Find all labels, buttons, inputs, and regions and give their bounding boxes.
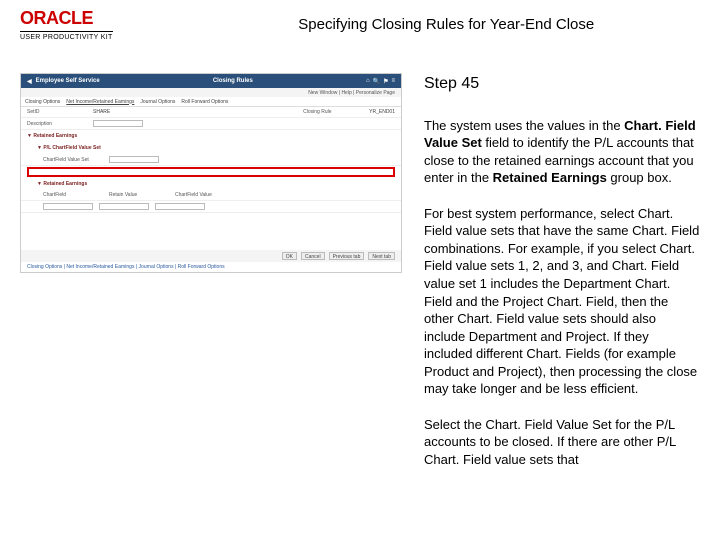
app-screenshot: ◀ Employee Self Service Closing Rules ⌂ … xyxy=(20,73,402,273)
app-title: Closing Rules xyxy=(100,78,366,84)
footer-buttons: OK Cancel Previous tab Next tab xyxy=(21,250,401,262)
cfvs-field[interactable] xyxy=(109,156,159,163)
paragraph-1: The system uses the values in the Chart.… xyxy=(424,117,700,187)
chartfield-value-label: ChartField Value xyxy=(175,192,235,198)
chartfield-field[interactable] xyxy=(43,203,93,210)
row-retain-data xyxy=(21,201,401,213)
p1-text-a: The system uses the values in the xyxy=(424,118,624,133)
prev-tab-button[interactable]: Previous tab xyxy=(329,252,365,260)
oracle-logo: ORACLE xyxy=(20,8,93,29)
cancel-button[interactable]: Cancel xyxy=(301,252,325,260)
row-cfvs: ChartField Value Set xyxy=(21,154,401,166)
retained-earnings-section[interactable]: ▼ Retained Earnings xyxy=(21,178,401,190)
main: ◀ Employee Self Service Closing Rules ⌂ … xyxy=(0,47,720,486)
breadcrumb-back[interactable]: Employee Self Service xyxy=(36,78,100,84)
flag-icon[interactable]: ⚑ xyxy=(383,78,388,85)
tab-roll-forward[interactable]: Roll Forward Options xyxy=(181,99,228,105)
tab-journal-options[interactable]: Journal Options xyxy=(140,99,175,105)
description-field[interactable] xyxy=(93,120,143,127)
search-icon[interactable]: 🔍 xyxy=(373,78,380,85)
paragraph-3: Select the Chart. Field Value Set for th… xyxy=(424,416,700,469)
setid-value: SHARE xyxy=(93,109,110,115)
header: ORACLE USER PRODUCTIVITY KIT Specifying … xyxy=(0,0,720,47)
row-retain: ChartField Retain Value ChartField Value xyxy=(21,190,401,201)
tab-net-income[interactable]: Net Income/Retained Earnings xyxy=(66,99,134,105)
instruction-column: Step 45 The system uses the values in th… xyxy=(424,73,700,486)
highlighted-field[interactable] xyxy=(27,167,395,177)
chartfield-value-field[interactable] xyxy=(155,203,205,210)
pl-chartfield-header[interactable]: ▼ P/L ChartField Value Set xyxy=(21,142,401,154)
tab-strip: Closing Options Net Income/Retained Earn… xyxy=(21,97,401,107)
chartfield-label: ChartField xyxy=(43,192,103,198)
tab-closing-options[interactable]: Closing Options xyxy=(25,99,60,105)
bottom-tab-links[interactable]: Closing Options | Net Income/Retained Ea… xyxy=(21,262,401,272)
closing-rule-value: YR_END01 xyxy=(369,109,395,115)
back-icon[interactable]: ◀ xyxy=(27,78,32,85)
home-icon[interactable]: ⌂ xyxy=(366,78,370,85)
window-links: New Window | Help | Personalize Page xyxy=(21,88,401,97)
ok-button[interactable]: OK xyxy=(282,252,297,260)
cfvs-label: ChartField Value Set xyxy=(43,157,103,163)
retain-value-label: Retain Value xyxy=(109,192,169,198)
closing-rule-label: Closing Rule xyxy=(303,109,363,115)
app-topbar: ◀ Employee Self Service Closing Rules ⌂ … xyxy=(21,74,401,88)
logo-block: ORACLE USER PRODUCTIVITY KIT xyxy=(20,8,113,41)
retained-earnings-header[interactable]: ▼ Retained Earnings xyxy=(21,130,401,142)
page-title: Specifying Closing Rules for Year-End Cl… xyxy=(113,16,700,33)
p1-text-e: group box. xyxy=(607,170,672,185)
setid-label: SetID xyxy=(27,109,87,115)
row-setid: SetID SHARE Closing Rule YR_END01 xyxy=(21,107,401,118)
p1-bold-2: Retained Earnings xyxy=(493,170,607,185)
screenshot-column: ◀ Employee Self Service Closing Rules ⌂ … xyxy=(20,73,402,486)
window-link-text[interactable]: New Window | Help | Personalize Page xyxy=(308,90,395,96)
step-number: Step 45 xyxy=(424,73,700,95)
paragraph-2: For best system performance, select Char… xyxy=(424,205,700,398)
next-tab-button[interactable]: Next tab xyxy=(368,252,395,260)
logo-subtitle: USER PRODUCTIVITY KIT xyxy=(20,31,113,41)
retain-value-field[interactable] xyxy=(99,203,149,210)
row-description: Description xyxy=(21,118,401,130)
menu-icon[interactable]: ≡ xyxy=(391,78,395,85)
description-label: Description xyxy=(27,121,87,127)
